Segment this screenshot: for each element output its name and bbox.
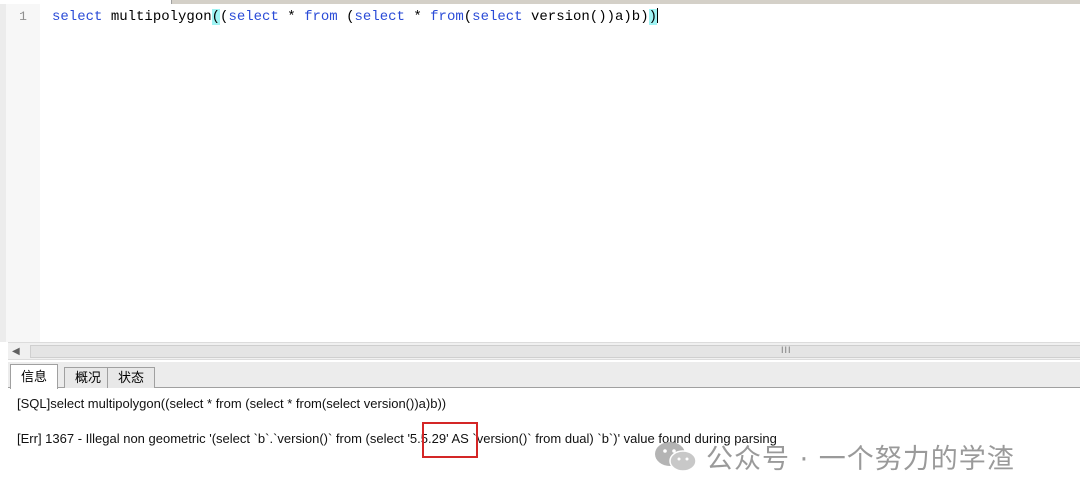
result-tabs: 信息 概况 状态 [8,362,1080,389]
code-token-bracket: ) [648,9,658,25]
watermark-text: 公众号 · 一个努力的学渣 [706,444,1015,475]
code-line[interactable]: select multipolygon((select * from (sele… [52,8,659,25]
horizontal-scrollbar[interactable]: ◀ III [8,342,1080,360]
code-token: select [472,9,523,25]
result-panel: 信息 概况 状态 [SQL]select multipolygon((selec… [8,362,1080,498]
tab-status[interactable]: 状态 [107,367,156,388]
code-token-bracket: ( [211,9,221,25]
code-token: * [278,9,305,25]
wechat-icon [655,441,697,472]
code-token: * [404,9,431,25]
code-token: select [52,9,103,25]
code-token: multipolygon [102,9,212,25]
sql-message: [SQL]select multipolygon((select * from … [17,396,447,411]
code-token: ( [337,9,355,25]
tab-overview[interactable]: 概况 [64,367,113,388]
line-number: 1 [19,9,27,24]
code-token: from [304,9,338,25]
sql-editor[interactable]: 1 select multipolygon((select * from (se… [0,4,1080,342]
code-token: ( [463,9,473,25]
scrollbar-thumb[interactable]: III [30,345,1080,358]
watermark: 公众号 · 一个努力的学渣 [652,437,1015,476]
highlight-box [422,422,478,458]
scrollbar-grip: III [781,345,792,355]
scroll-left-icon[interactable]: ◀ [12,346,20,357]
line-gutter: 1 [6,4,40,342]
code-token: from [430,9,464,25]
code-token: select [354,9,405,25]
code-token: select [228,9,279,25]
tab-info[interactable]: 信息 [10,364,59,389]
text-caret [657,8,659,23]
code-token: version())a)b) [522,9,649,25]
